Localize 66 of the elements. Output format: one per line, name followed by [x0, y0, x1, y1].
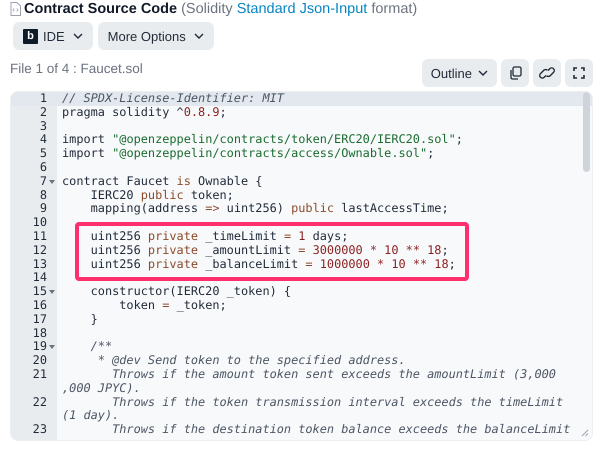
line-number: 21: [32, 368, 47, 382]
fullscreen-button[interactable]: [565, 59, 593, 87]
code-line: import "@openzeppelin/contracts/token/ERC20/IERC20.sol";: [62, 132, 463, 146]
line-number: 23: [32, 423, 47, 437]
format-link[interactable]: Standard Json-Input: [236, 1, 368, 17]
more-options-button[interactable]: More Options: [98, 22, 214, 50]
line-number: 22: [32, 396, 47, 410]
file-code-icon: [10, 2, 21, 16]
line-number: 3: [40, 120, 47, 134]
code-line: contract Faucet is Ownable {: [62, 174, 262, 188]
line-number: 11: [32, 230, 47, 244]
code-comment: Throws if the destination token balance exceeds the balanceLimit: [111, 422, 570, 436]
caret-icon: [194, 33, 204, 39]
line-number: 10: [32, 216, 47, 230]
line-number: 5: [40, 147, 47, 161]
fold-arrow-icon[interactable]: [49, 180, 55, 184]
copy-icon: [508, 66, 522, 80]
line-number: 19: [32, 340, 47, 354]
fold-arrow-icon[interactable]: [49, 290, 55, 294]
code-line: token = _token;: [118, 298, 227, 312]
section-title: Contract Source Code: [24, 1, 178, 17]
code-line: IERC20 public token;: [90, 188, 234, 202]
scrollbar[interactable]: [583, 92, 590, 172]
file-label: File 1 of 4 : Faucet.sol: [10, 60, 143, 76]
line-number: 20: [32, 354, 47, 368]
code-line: }: [90, 312, 98, 326]
line-number: 1: [40, 92, 47, 106]
line-number: 8: [40, 188, 47, 202]
ide-dropdown-button[interactable]: b IDE: [13, 22, 93, 50]
code-line: mapping(address => uint256) public lastAccessTime;: [90, 201, 449, 216]
resize-grip-icon[interactable]: [581, 429, 589, 437]
line-number: 16: [32, 298, 47, 313]
fullscreen-icon: [573, 67, 585, 79]
line-number: 15: [32, 285, 47, 299]
format-note: (Solidity Standard Json-Input format): [181, 1, 418, 17]
code-line: uint256 private _timeLimit = 1 days;: [90, 228, 348, 243]
code-comment: /**: [90, 339, 112, 354]
code-line: import "@openzeppelin/contracts/access/Ownable.sol";: [62, 146, 434, 160]
line-number: 18: [32, 326, 47, 340]
code-comment: (1 day).: [62, 408, 120, 422]
line-number: 17: [32, 312, 47, 327]
link-button[interactable]: [533, 59, 561, 87]
code-comment: Throws if the token transmission interval exceeds the timeLimit: [111, 394, 564, 409]
copy-button[interactable]: [501, 59, 529, 87]
line-number: 12: [32, 244, 47, 258]
line-number: 2: [40, 106, 47, 120]
code-line: constructor(IERC20 _token) {: [90, 284, 292, 298]
line-number: 6: [40, 160, 47, 175]
caret-icon: [72, 33, 83, 39]
fold-arrow-icon[interactable]: [49, 345, 55, 350]
line-number: 14: [32, 271, 47, 286]
line-number: 13: [32, 258, 47, 272]
line-number: 4: [40, 133, 47, 148]
line-number: 9: [40, 202, 47, 216]
line-number: 7: [40, 174, 47, 189]
link-icon: [539, 66, 555, 80]
code-comment: ,000 JPYC).: [62, 380, 141, 395]
code-line: uint256 private _balanceLimit = 1000000 * 10 ** 18;: [90, 256, 456, 271]
code-comment: Throws if the amount token sent exceeds the amountLimit (3,000: [111, 366, 556, 381]
caret-icon: [478, 70, 488, 76]
code-comment: * @dev Send token to the specified address.: [96, 353, 406, 368]
outline-dropdown-button[interactable]: Outline: [422, 59, 497, 87]
logo-icon: b: [23, 28, 38, 44]
code-line: uint256 private _amountLimit = 3000000 * 10 ** 18;: [90, 242, 449, 257]
code-line: pragma solidity ^0.8.9;: [62, 104, 227, 119]
code-comment: // SPDX-License-Identifier: MIT: [62, 92, 284, 105]
